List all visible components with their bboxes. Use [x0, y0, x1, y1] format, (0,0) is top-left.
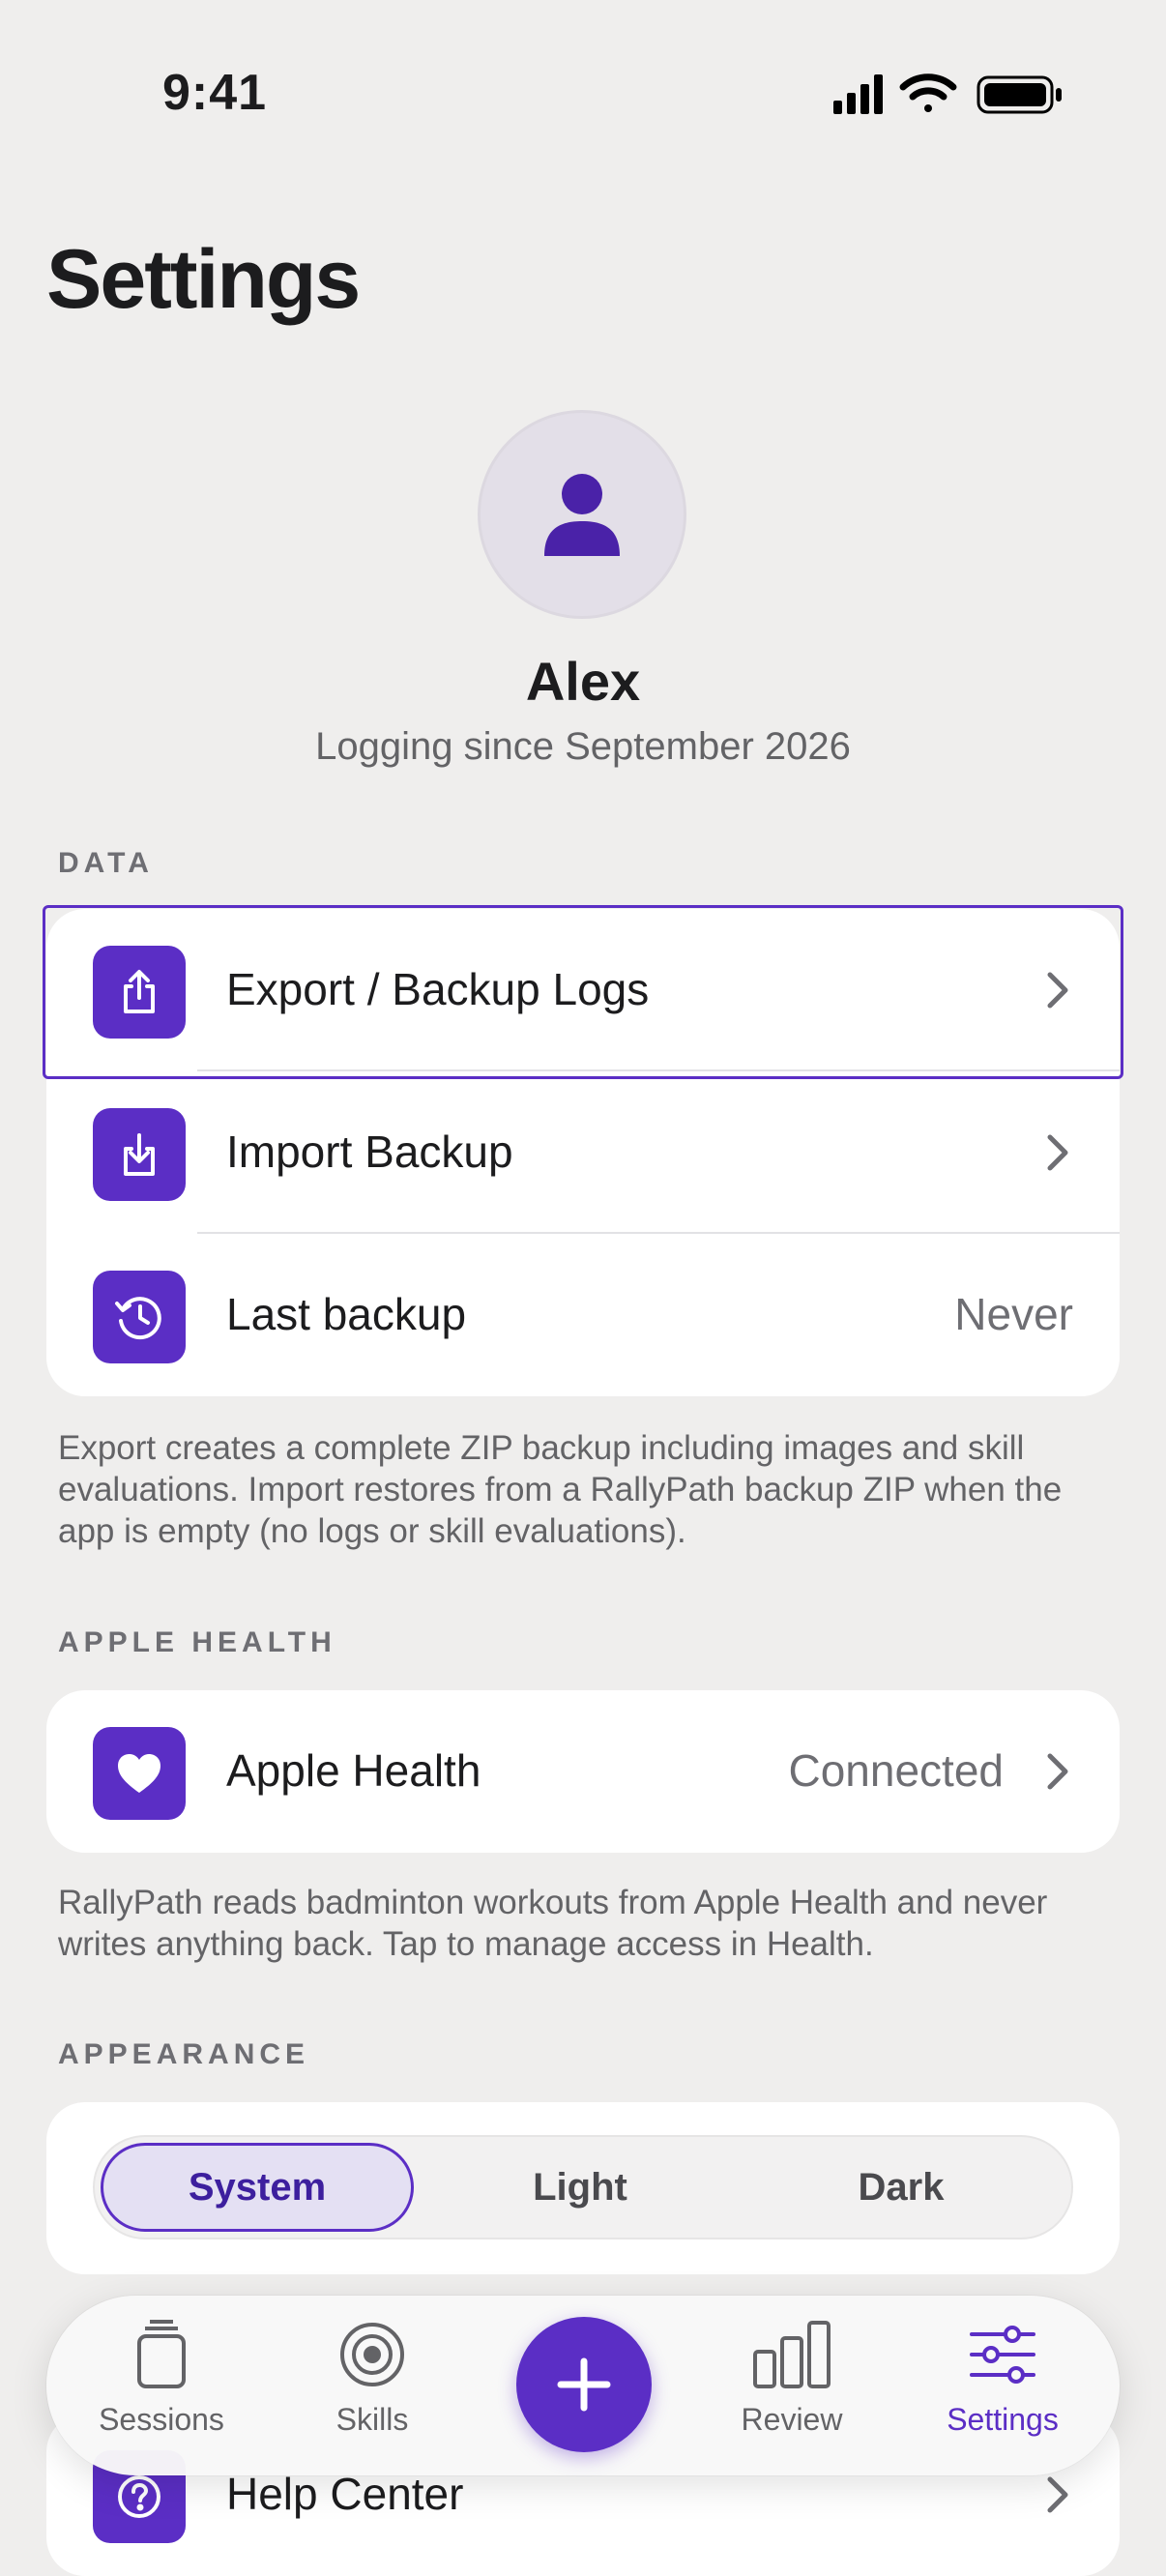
appearance-option-dark[interactable]: Dark: [744, 2143, 1058, 2232]
tab-review[interactable]: Review: [700, 2319, 884, 2464]
tab-bar: Sessions Skills Review Settings: [46, 2296, 1120, 2475]
section-header-data: DATA: [58, 847, 154, 879]
person-icon: [544, 474, 620, 556]
apple-health-footnote: RallyPath reads badminton workouts from …: [58, 1884, 1048, 1963]
appearance-card: System Light Dark: [46, 2102, 1120, 2274]
data-footnote: Export creates a complete ZIP backup inc…: [58, 1429, 1063, 1550]
plus-icon: [557, 2357, 611, 2412]
apple-health-status: Connected: [788, 1745, 1005, 1796]
export-backup-row[interactable]: Export / Backup Logs: [46, 909, 1120, 1071]
status-time: 9:41: [162, 65, 268, 121]
tab-settings[interactable]: Settings: [911, 2319, 1094, 2464]
tab-review-label: Review: [741, 2402, 843, 2437]
export-icon: [93, 946, 186, 1039]
apple-health-card: Apple Health Connected: [46, 1690, 1120, 1853]
last-backup-value: Never: [954, 1289, 1073, 1339]
chevron-right-icon: [1047, 2476, 1068, 2513]
import-backup-row[interactable]: Import Backup: [46, 1071, 1120, 1234]
add-session-button[interactable]: [516, 2317, 652, 2452]
section-header-apple-health: APPLE HEALTH: [58, 1626, 336, 1658]
sliders-icon: [970, 2326, 1035, 2384]
sessions-icon: [137, 2320, 186, 2388]
chevron-right-icon: [1047, 972, 1068, 1009]
last-backup-row: Last backup Never: [46, 1234, 1120, 1396]
target-icon: [340, 2323, 404, 2386]
wifi-icon: [899, 73, 957, 112]
bar-chart-icon: [753, 2321, 831, 2388]
import-backup-label: Import Backup: [226, 1127, 513, 1177]
tab-sessions-label: Sessions: [99, 2402, 224, 2437]
tab-skills[interactable]: Skills: [280, 2319, 464, 2464]
profile-name: Alex: [525, 651, 641, 712]
status-icons: [833, 73, 1062, 114]
apple-health-row[interactable]: Apple Health Connected: [46, 1690, 1120, 1853]
tab-skills-label: Skills: [335, 2402, 409, 2437]
import-icon: [93, 1108, 186, 1201]
data-card: Export / Backup Logs Import Backup Last …: [46, 909, 1120, 1396]
history-icon: [93, 1271, 186, 1363]
export-backup-label: Export / Backup Logs: [226, 964, 650, 1014]
chevron-right-icon: [1047, 1134, 1068, 1171]
appearance-option-system[interactable]: System: [101, 2143, 414, 2232]
help-center-label: Help Center: [226, 2469, 464, 2519]
apple-health-label: Apple Health: [226, 1745, 481, 1796]
appearance-segmented-control: System Light Dark: [93, 2135, 1073, 2239]
avatar[interactable]: [478, 410, 686, 619]
appearance-option-light[interactable]: Light: [423, 2143, 737, 2232]
last-backup-label: Last backup: [226, 1289, 467, 1339]
heart-icon: [93, 1727, 186, 1820]
tab-sessions[interactable]: Sessions: [70, 2319, 253, 2464]
section-header-appearance: APPEARANCE: [58, 2038, 310, 2070]
profile-subtitle: Logging since September 2026: [315, 725, 851, 768]
page-title: Settings: [46, 233, 361, 326]
chevron-right-icon: [1047, 1753, 1068, 1790]
cellular-signal-icon: [833, 74, 883, 114]
tab-settings-label: Settings: [947, 2402, 1059, 2437]
battery-icon: [977, 75, 1062, 114]
